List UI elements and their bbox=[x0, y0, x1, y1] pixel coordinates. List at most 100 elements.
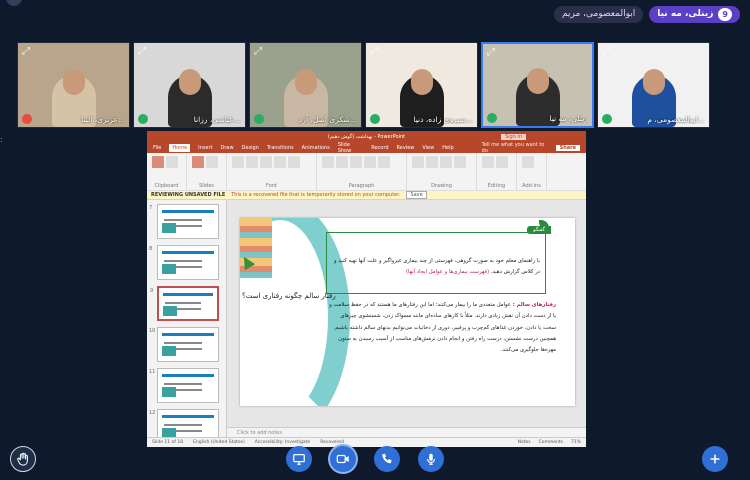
side-handle[interactable]: : bbox=[0, 135, 3, 144]
add-button[interactable] bbox=[702, 446, 728, 472]
ribbon-group: Drawing bbox=[407, 153, 477, 190]
my-name-label: زینلی، مه نیا bbox=[657, 9, 714, 19]
share-button[interactable]: Share bbox=[555, 144, 580, 151]
ribbon-button[interactable] bbox=[426, 156, 438, 168]
expand-icon[interactable]: ⤢ bbox=[487, 47, 495, 58]
ribbon-button[interactable] bbox=[166, 156, 178, 168]
phone-button[interactable] bbox=[374, 446, 400, 472]
ribbon-tab[interactable]: Slide Show bbox=[338, 142, 364, 154]
ribbon-button[interactable] bbox=[246, 156, 258, 168]
video-tile[interactable]: ⤢ عباسی، رزانا... bbox=[133, 42, 246, 128]
ppt-window-title: (گوش دهیم) بهداشت - PowerPoint bbox=[327, 133, 406, 140]
ribbon-button[interactable] bbox=[232, 156, 244, 168]
corner-indicator bbox=[6, 0, 22, 6]
ribbon-tab[interactable]: Animations bbox=[302, 145, 330, 151]
ribbon-group-label: Paragraph bbox=[348, 183, 375, 189]
expand-icon[interactable]: ⤢ bbox=[602, 46, 610, 57]
slide-thumbnail[interactable]: 11 bbox=[149, 368, 219, 403]
thumb-image bbox=[162, 264, 176, 274]
video-tile[interactable]: ⤢ ابوالمعصومی، م... bbox=[597, 42, 710, 128]
ribbon-tab[interactable]: Draw bbox=[220, 145, 233, 151]
ribbon-button[interactable] bbox=[522, 156, 534, 168]
ribbon-button[interactable] bbox=[288, 156, 300, 168]
ribbon-tab[interactable]: File bbox=[153, 145, 161, 151]
video-tile[interactable]: ⤢ صبروی زاده، دنیا... bbox=[365, 42, 478, 128]
participant-chips: 9 زینلی، مه نیا ابوالمعصومی، مریم bbox=[553, 6, 740, 23]
discussion-tag: گفتگو bbox=[527, 226, 551, 234]
ribbon-button[interactable] bbox=[260, 156, 272, 168]
expand-icon[interactable]: ⤢ bbox=[370, 46, 378, 57]
status-control[interactable]: 71% bbox=[571, 440, 581, 445]
mic-status-icon bbox=[487, 113, 497, 123]
slide-thumbnails: 78910111213 bbox=[147, 200, 227, 444]
ribbon-button[interactable] bbox=[482, 156, 494, 168]
ribbon-button[interactable] bbox=[364, 156, 376, 168]
ribbon-button[interactable] bbox=[496, 156, 508, 168]
ppt-ribbon-tabs: File Home Insert Draw Design Transitions Anima… bbox=[147, 142, 586, 154]
protected-save-button[interactable]: Save bbox=[406, 191, 427, 199]
ribbon-tab[interactable]: Review bbox=[397, 145, 415, 151]
ribbon-button[interactable] bbox=[412, 156, 424, 168]
ribbon-button[interactable] bbox=[192, 156, 204, 168]
expand-icon[interactable]: ⤢ bbox=[138, 46, 146, 57]
raise-hand-button[interactable] bbox=[10, 446, 36, 472]
status-control[interactable]: Comments bbox=[539, 440, 563, 445]
ribbon-group-label: Slides bbox=[199, 183, 214, 189]
ribbon-button[interactable] bbox=[274, 156, 286, 168]
ribbon-button[interactable] bbox=[322, 156, 334, 168]
camera-button[interactable] bbox=[330, 446, 356, 472]
slide-thumbnail[interactable]: 9 bbox=[150, 286, 219, 321]
ribbon-tab[interactable]: Record bbox=[371, 145, 388, 151]
mic-status-icon bbox=[602, 114, 612, 124]
slide-thumbnail[interactable]: 10 bbox=[149, 327, 219, 362]
participant-name: صبروی زاده، دنیا... bbox=[413, 115, 473, 124]
presenter-chip[interactable]: ابوالمعصومی، مریم bbox=[553, 6, 644, 23]
participant-head bbox=[410, 69, 433, 95]
status-item: English (United States) bbox=[193, 440, 245, 445]
ribbon-tab[interactable]: Help bbox=[442, 145, 453, 151]
ribbon-tab[interactable]: View bbox=[422, 145, 434, 151]
ribbon-button[interactable] bbox=[350, 156, 362, 168]
ribbon-button[interactable] bbox=[440, 156, 452, 168]
ribbon-tab[interactable]: Insert bbox=[198, 145, 212, 151]
thumb-text-line bbox=[164, 219, 202, 221]
thumb-title-bar bbox=[163, 293, 213, 296]
ribbon-tab[interactable]: Design bbox=[242, 145, 259, 151]
video-tile[interactable]: ⤢ زینلی، مه نیا bbox=[481, 42, 594, 128]
thumb-text-line bbox=[165, 302, 201, 304]
status-control[interactable]: Notes bbox=[518, 440, 531, 445]
video-tile[interactable]: ⤢ عزیزی، الینا... bbox=[17, 42, 130, 128]
ribbon-group-label: Font bbox=[266, 183, 277, 189]
thumb-image bbox=[162, 387, 176, 397]
ribbon-button[interactable] bbox=[378, 156, 390, 168]
status-item[interactable]: Accessibility: Investigate bbox=[255, 440, 310, 445]
ribbon-tab[interactable]: Home bbox=[169, 143, 191, 152]
slide-thumbnail[interactable]: 8 bbox=[149, 245, 219, 280]
participant-head bbox=[526, 68, 549, 94]
ribbon-button[interactable] bbox=[454, 156, 466, 168]
my-name-chip[interactable]: 9 زینلی، مه نیا bbox=[649, 6, 740, 23]
sign-in-button[interactable]: Sign in bbox=[500, 133, 526, 140]
protected-message[interactable]: This is a recovered file that is tempora… bbox=[231, 192, 400, 198]
participant-head bbox=[62, 69, 85, 95]
shared-screen: (گوش دهیم) بهداشت - PowerPoint Sign in F… bbox=[147, 131, 586, 447]
notes-pane[interactable]: Click to add notes bbox=[227, 427, 586, 437]
ribbon-tab[interactable]: Transitions bbox=[267, 145, 294, 151]
current-slide[interactable]: گفتگو با راهنمای معلم خود به صورت گروهی،… bbox=[240, 218, 575, 406]
expand-icon[interactable]: ⤢ bbox=[22, 46, 30, 57]
participant-head bbox=[178, 69, 201, 95]
slide-thumbnail[interactable]: 7 bbox=[149, 204, 219, 239]
tell-me-search[interactable]: Tell me what you want to do bbox=[482, 142, 548, 154]
participant-head bbox=[294, 69, 317, 95]
video-tile[interactable]: ⤢ شکری اصل، آرد... bbox=[249, 42, 362, 128]
ribbon-button[interactable] bbox=[206, 156, 218, 168]
microphone-button[interactable] bbox=[418, 446, 444, 472]
expand-icon[interactable]: ⤢ bbox=[254, 46, 262, 57]
thumb-image bbox=[162, 223, 176, 233]
ribbon-button[interactable] bbox=[336, 156, 348, 168]
share-screen-button[interactable] bbox=[286, 446, 312, 472]
ribbon-group-label: Add-ins bbox=[522, 183, 541, 189]
ribbon-button[interactable] bbox=[152, 156, 164, 168]
hand-icon bbox=[17, 452, 28, 466]
slide-number: 7 bbox=[149, 205, 153, 211]
